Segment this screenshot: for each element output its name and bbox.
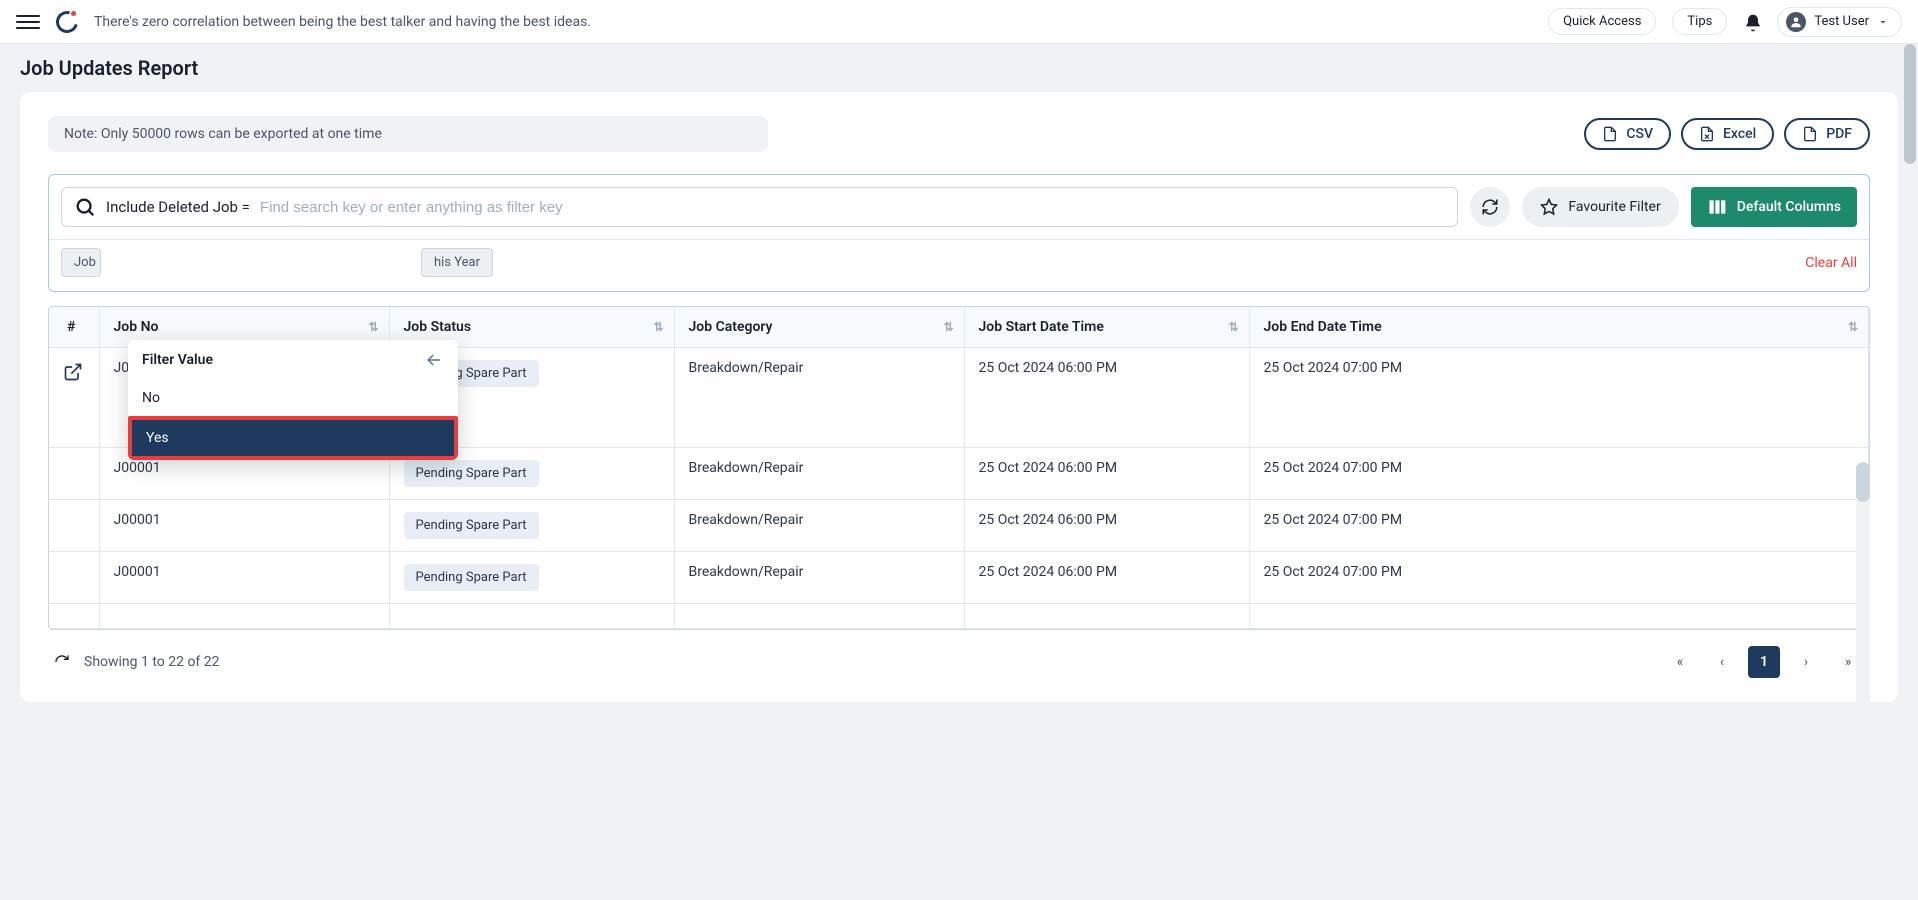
open-row-icon[interactable]: [63, 362, 85, 382]
arrow-left-icon[interactable]: [424, 350, 444, 370]
table-scrollbar[interactable]: [1856, 462, 1870, 762]
export-csv-button[interactable]: CSV: [1584, 118, 1671, 150]
export-excel-button[interactable]: Excel: [1681, 118, 1774, 150]
sort-icon[interactable]: ⇅: [368, 320, 378, 334]
export-note: Note: Only 50000 rows can be exported at…: [48, 116, 768, 152]
cell-status: Pending Spare Part: [389, 500, 674, 552]
cell-end: 25 Oct 2024 07:00 PM: [1249, 500, 1869, 552]
cell-start: 25 Oct 2024 06:00 PM: [964, 500, 1249, 552]
avatar-icon: [1786, 12, 1806, 32]
cell-category: Breakdown/Repair: [674, 448, 964, 500]
user-name: Test User: [1814, 14, 1869, 29]
cell-start: 25 Oct 2024 06:00 PM: [964, 552, 1249, 604]
excel-label: Excel: [1723, 126, 1756, 142]
cell-start: 25 Oct 2024 06:00 PM: [964, 448, 1249, 500]
sort-icon[interactable]: ⇅: [653, 320, 663, 334]
filter-panel: Include Deleted Job = Favourite Filter D…: [48, 174, 1870, 292]
cell-category: Breakdown/Repair: [674, 348, 964, 448]
file-pdf-icon: [1802, 126, 1818, 142]
page-title: Job Updates Report: [20, 56, 1898, 80]
export-pdf-button[interactable]: PDF: [1784, 118, 1870, 150]
cell-category: Breakdown/Repair: [674, 552, 964, 604]
user-menu[interactable]: Test User: [1777, 7, 1902, 37]
default-columns-button[interactable]: Default Columns: [1691, 187, 1857, 227]
note-row: Note: Only 50000 rows can be exported at…: [48, 116, 1870, 152]
filter-option-yes[interactable]: Yes: [128, 416, 458, 460]
favourite-filter-label: Favourite Filter: [1568, 199, 1660, 215]
col-header-job-category[interactable]: Job Category⇅: [674, 307, 964, 348]
csv-label: CSV: [1626, 126, 1653, 142]
sort-icon[interactable]: ⇅: [1228, 320, 1238, 334]
page-number-current[interactable]: 1: [1748, 646, 1780, 678]
page-first-button[interactable]: «: [1664, 646, 1696, 678]
refresh-icon: [1481, 198, 1499, 216]
search-row: Include Deleted Job = Favourite Filter D…: [49, 175, 1869, 239]
cell-end: 25 Oct 2024 07:00 PM: [1249, 448, 1869, 500]
top-bar: There's zero correlation between being t…: [0, 0, 1918, 44]
cell-end: 25 Oct 2024 07:00 PM: [1249, 348, 1869, 448]
page-scrollbar-thumb[interactable]: [1904, 44, 1916, 164]
status-badge: Pending Spare Part: [404, 564, 539, 591]
refresh-search-button[interactable]: [1470, 187, 1510, 227]
notifications-icon[interactable]: [1743, 13, 1761, 31]
file-csv-icon: [1602, 126, 1618, 142]
columns-icon: [1707, 197, 1727, 217]
search-filter-prefix: Include Deleted Job =: [106, 198, 250, 216]
export-buttons: CSV Excel PDF: [1584, 118, 1870, 150]
status-badge: Pending Spare Part: [404, 512, 539, 539]
cell-category: Breakdown/Repair: [674, 500, 964, 552]
chevron-down-icon: [1877, 16, 1889, 28]
col-header-hash[interactable]: #: [49, 307, 99, 348]
popover-header: Filter Value: [128, 340, 458, 380]
page-next-button[interactable]: ›: [1790, 646, 1822, 678]
sort-icon[interactable]: ⇅: [1848, 320, 1858, 334]
paginator: « ‹ 1 › »: [1664, 646, 1864, 678]
sort-icon[interactable]: ⇅: [943, 320, 953, 334]
tips-button[interactable]: Tips: [1672, 8, 1727, 35]
pdf-label: PDF: [1826, 126, 1852, 142]
quick-access-button[interactable]: Quick Access: [1548, 8, 1656, 35]
star-icon: [1540, 198, 1558, 216]
file-excel-icon: [1699, 126, 1715, 142]
scrollbar-thumb[interactable]: [1856, 462, 1870, 502]
page-prev-button[interactable]: ‹: [1706, 646, 1738, 678]
cell-status: Pending Spare Part: [389, 552, 674, 604]
cell-job-no: J00001: [99, 500, 389, 552]
clear-all-button[interactable]: Clear All: [1805, 255, 1857, 271]
refresh-table-icon[interactable]: [54, 654, 70, 670]
col-header-job-start[interactable]: Job Start Date Time⇅: [964, 307, 1249, 348]
cell-end: 25 Oct 2024 07:00 PM: [1249, 552, 1869, 604]
filter-chip-thisyear[interactable]: his Year: [421, 248, 493, 277]
menu-icon[interactable]: [16, 10, 40, 34]
search-input[interactable]: [260, 199, 1445, 216]
tagline-text: There's zero correlation between being t…: [94, 14, 1532, 30]
filter-option-no[interactable]: No: [128, 380, 458, 416]
page-body: Job Updates Report Note: Only 50000 rows…: [0, 44, 1918, 900]
status-badge: Pending Spare Part: [404, 460, 539, 487]
favourite-filter-button[interactable]: Favourite Filter: [1522, 187, 1678, 227]
popover-title: Filter Value: [142, 352, 213, 368]
table-footer: Showing 1 to 22 of 22 « ‹ 1 › »: [48, 630, 1870, 682]
cell-job-no: J00001: [99, 552, 389, 604]
table-row: J00001 Pending Spare Part Breakdown/Repa…: [49, 500, 1869, 552]
default-columns-label: Default Columns: [1737, 199, 1841, 215]
cell-start: 25 Oct 2024 06:00 PM: [964, 348, 1249, 448]
filter-value-popover: Filter Value No Yes: [128, 340, 458, 460]
row-open-cell: [49, 348, 99, 448]
app-logo[interactable]: [56, 11, 78, 33]
page-scrollbar[interactable]: [1902, 44, 1918, 900]
search-icon: [74, 196, 96, 218]
report-card: Note: Only 50000 rows can be exported at…: [20, 92, 1898, 702]
search-box[interactable]: Include Deleted Job =: [61, 187, 1458, 227]
table-row: [49, 604, 1869, 629]
table-row: J00001 Pending Spare Part Breakdown/Repa…: [49, 552, 1869, 604]
showing-text: Showing 1 to 22 of 22: [84, 654, 220, 670]
col-header-job-end[interactable]: Job End Date Time⇅: [1249, 307, 1869, 348]
filter-chips-row: Job his Year Clear All: [49, 239, 1869, 291]
filter-chip-job[interactable]: Job: [61, 248, 101, 277]
